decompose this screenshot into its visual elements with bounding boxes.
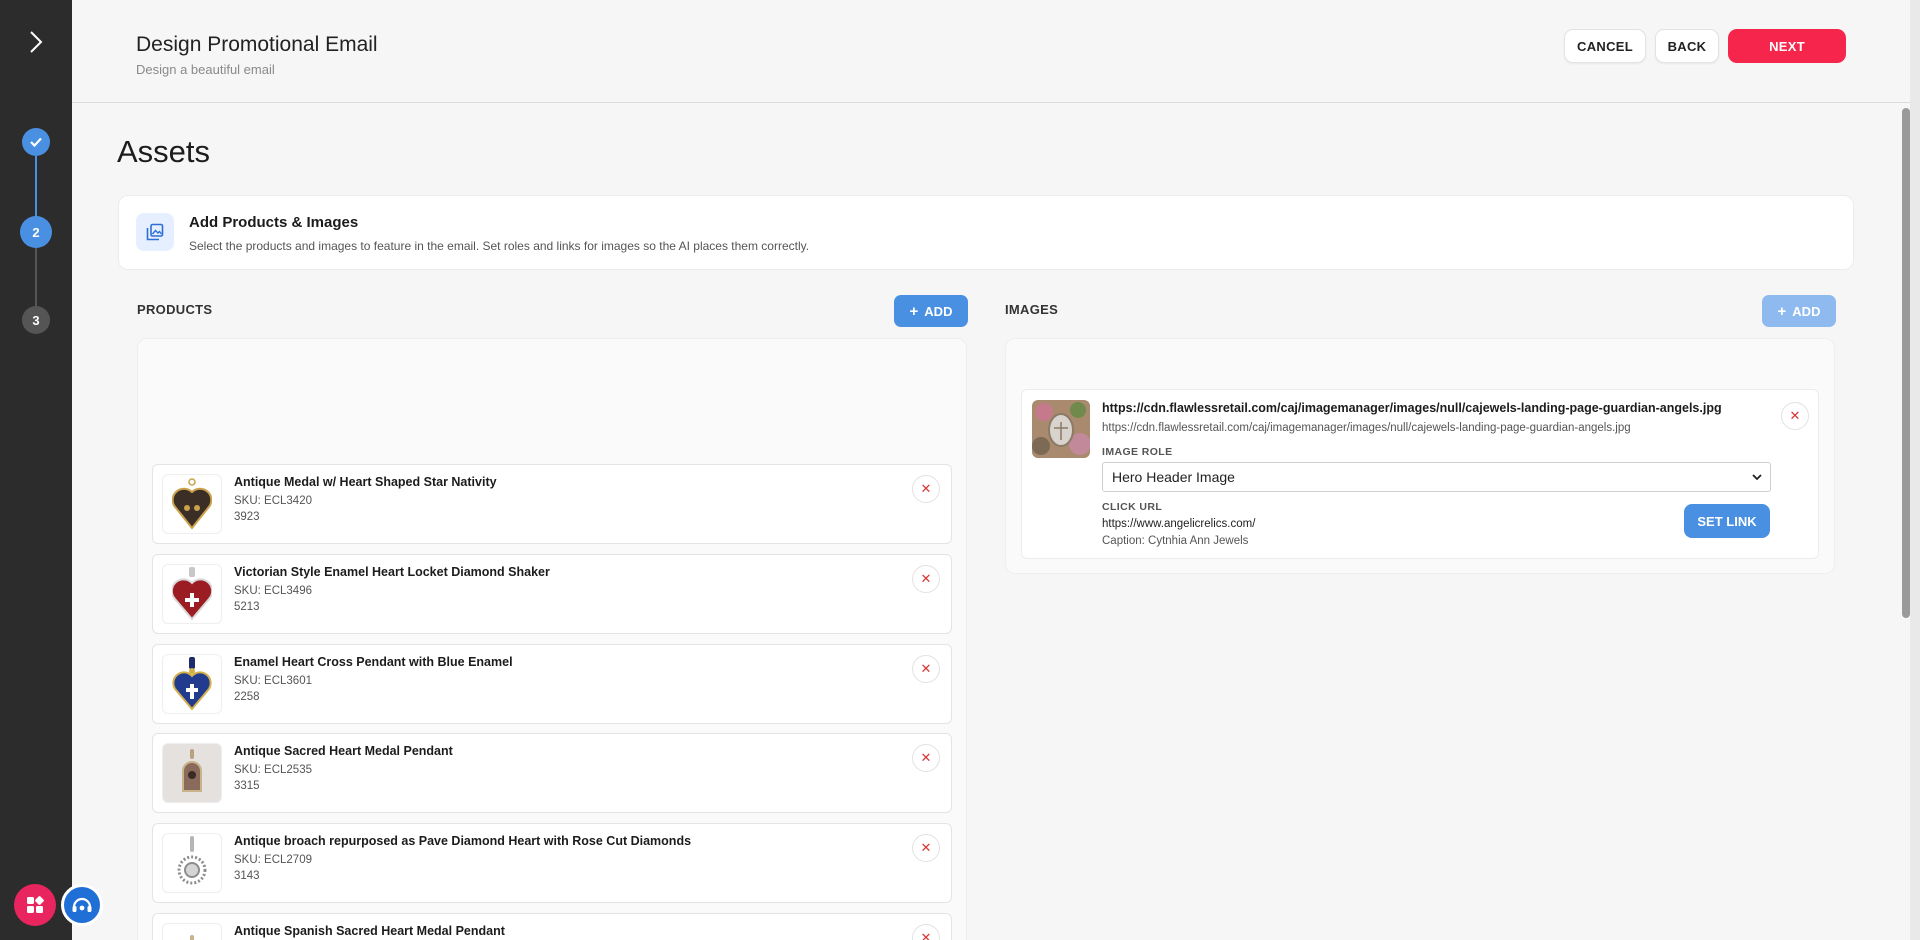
- page-header-subtitle: Design a beautiful email: [136, 62, 275, 77]
- product-thumbnail: [162, 833, 222, 893]
- support-button[interactable]: [61, 884, 103, 926]
- remove-product-button[interactable]: ✕: [912, 924, 940, 940]
- apps-launcher-button[interactable]: [14, 884, 56, 926]
- remove-product-button[interactable]: ✕: [912, 475, 940, 503]
- close-icon: ✕: [920, 930, 932, 940]
- image-url-title: https://cdn.flawlessretail.com/caj/image…: [1102, 401, 1722, 415]
- image-url: https://cdn.flawlessretail.com/caj/image…: [1102, 422, 1631, 434]
- page-title: Assets: [117, 134, 211, 169]
- close-icon: ✕: [920, 840, 932, 855]
- remove-product-button[interactable]: ✕: [912, 565, 940, 593]
- images-icon: [136, 213, 174, 251]
- scrollbar-thumb[interactable]: [1902, 108, 1910, 618]
- close-icon: ✕: [920, 661, 932, 676]
- chevron-right-icon: [30, 31, 43, 53]
- image-item: https://cdn.flawlessretail.com/caj/image…: [1021, 389, 1819, 559]
- product-thumbnail: [162, 654, 222, 714]
- product-thumbnail: [162, 923, 222, 940]
- product-quantity: 2258: [234, 691, 260, 703]
- product-name: Enamel Heart Cross Pendant with Blue Ena…: [234, 655, 513, 669]
- step-connector-todo: [35, 248, 37, 308]
- close-icon: ✕: [920, 571, 932, 586]
- product-quantity: 3143: [234, 870, 260, 882]
- image-role-label: IMAGE ROLE: [1102, 446, 1173, 458]
- product-name: Antique Sacred Heart Medal Pendant: [234, 744, 453, 758]
- product-item: Victorian Style Enamel Heart Locket Diam…: [152, 554, 952, 634]
- step-connector-done: [35, 156, 37, 218]
- product-sku: SKU: ECL3420: [234, 495, 312, 507]
- image-caption: Caption: Cytnhia Ann Jewels: [1102, 535, 1249, 547]
- close-icon: ✕: [920, 481, 932, 496]
- add-product-button[interactable]: + ADD: [894, 295, 968, 327]
- product-item: Antique Spanish Sacred Heart Medal Penda…: [152, 913, 952, 940]
- product-sku: SKU: ECL3601: [234, 675, 312, 687]
- product-sku: SKU: ECL2535: [234, 764, 312, 776]
- images-label: IMAGES: [1005, 302, 1059, 317]
- image-role-select[interactable]: Hero Header Image: [1102, 462, 1771, 492]
- close-icon: ✕: [1789, 408, 1801, 423]
- product-quantity: 3923: [234, 511, 260, 523]
- add-image-button[interactable]: + ADD: [1762, 295, 1836, 327]
- product-sku: SKU: ECL2709: [234, 854, 312, 866]
- check-icon: [30, 137, 42, 148]
- add-image-label: ADD: [1792, 303, 1821, 319]
- info-description: Select the products and images to featur…: [189, 239, 810, 253]
- remove-product-button[interactable]: ✕: [912, 834, 940, 862]
- click-url-value: https://www.angelicrelics.com/: [1102, 518, 1256, 530]
- page-header: Design Promotional Email Design a beauti…: [72, 0, 1910, 103]
- product-item: Enamel Heart Cross Pendant with Blue Ena…: [152, 644, 952, 724]
- product-quantity: 3315: [234, 780, 260, 792]
- product-name: Victorian Style Enamel Heart Locket Diam…: [234, 565, 550, 579]
- expand-sidebar-button[interactable]: [18, 22, 54, 62]
- grid-icon: [27, 896, 44, 913]
- page-header-title: Design Promotional Email: [136, 33, 378, 56]
- step-2-current[interactable]: 2: [20, 216, 52, 248]
- plus-icon: +: [909, 302, 919, 320]
- product-name: Antique Medal w/ Heart Shaped Star Nativ…: [234, 475, 497, 489]
- step-1-complete[interactable]: [22, 128, 50, 156]
- image-role-value: Hero Header Image: [1112, 469, 1235, 485]
- next-button[interactable]: NEXT: [1728, 29, 1846, 63]
- product-thumbnail: [162, 474, 222, 534]
- add-product-label: ADD: [924, 303, 953, 319]
- product-thumbnail: [162, 564, 222, 624]
- info-title: Add Products & Images: [189, 214, 359, 231]
- close-icon: ✕: [920, 750, 932, 765]
- product-sku: SKU: ECL3496: [234, 585, 312, 597]
- info-card: Add Products & Images Select the product…: [118, 195, 1854, 270]
- support-icon: [72, 897, 92, 912]
- step-rail: 2 3: [0, 0, 72, 940]
- window-edge: [1910, 0, 1920, 940]
- product-quantity: 5213: [234, 601, 260, 613]
- remove-image-button[interactable]: ✕: [1781, 402, 1809, 430]
- remove-product-button[interactable]: ✕: [912, 655, 940, 683]
- set-link-button[interactable]: SET LINK: [1684, 504, 1770, 538]
- plus-icon: +: [1777, 302, 1787, 320]
- back-button[interactable]: BACK: [1655, 29, 1719, 63]
- cancel-button[interactable]: CANCEL: [1564, 29, 1646, 63]
- product-name: Antique Spanish Sacred Heart Medal Penda…: [234, 924, 505, 938]
- click-url-label: CLICK URL: [1102, 501, 1163, 513]
- products-label: PRODUCTS: [137, 302, 213, 317]
- product-item: Antique Medal w/ Heart Shaped Star Nativ…: [152, 464, 952, 544]
- product-thumbnail: [162, 743, 222, 803]
- step-3-pending[interactable]: 3: [22, 306, 50, 334]
- remove-product-button[interactable]: ✕: [912, 744, 940, 772]
- chevron-down-icon: [1752, 474, 1762, 481]
- product-name: Antique broach repurposed as Pave Diamon…: [234, 834, 692, 848]
- product-item: Antique Sacred Heart Medal Pendant SKU: …: [152, 733, 952, 813]
- product-item: Antique broach repurposed as Pave Diamon…: [152, 823, 952, 903]
- image-thumbnail: [1032, 400, 1090, 458]
